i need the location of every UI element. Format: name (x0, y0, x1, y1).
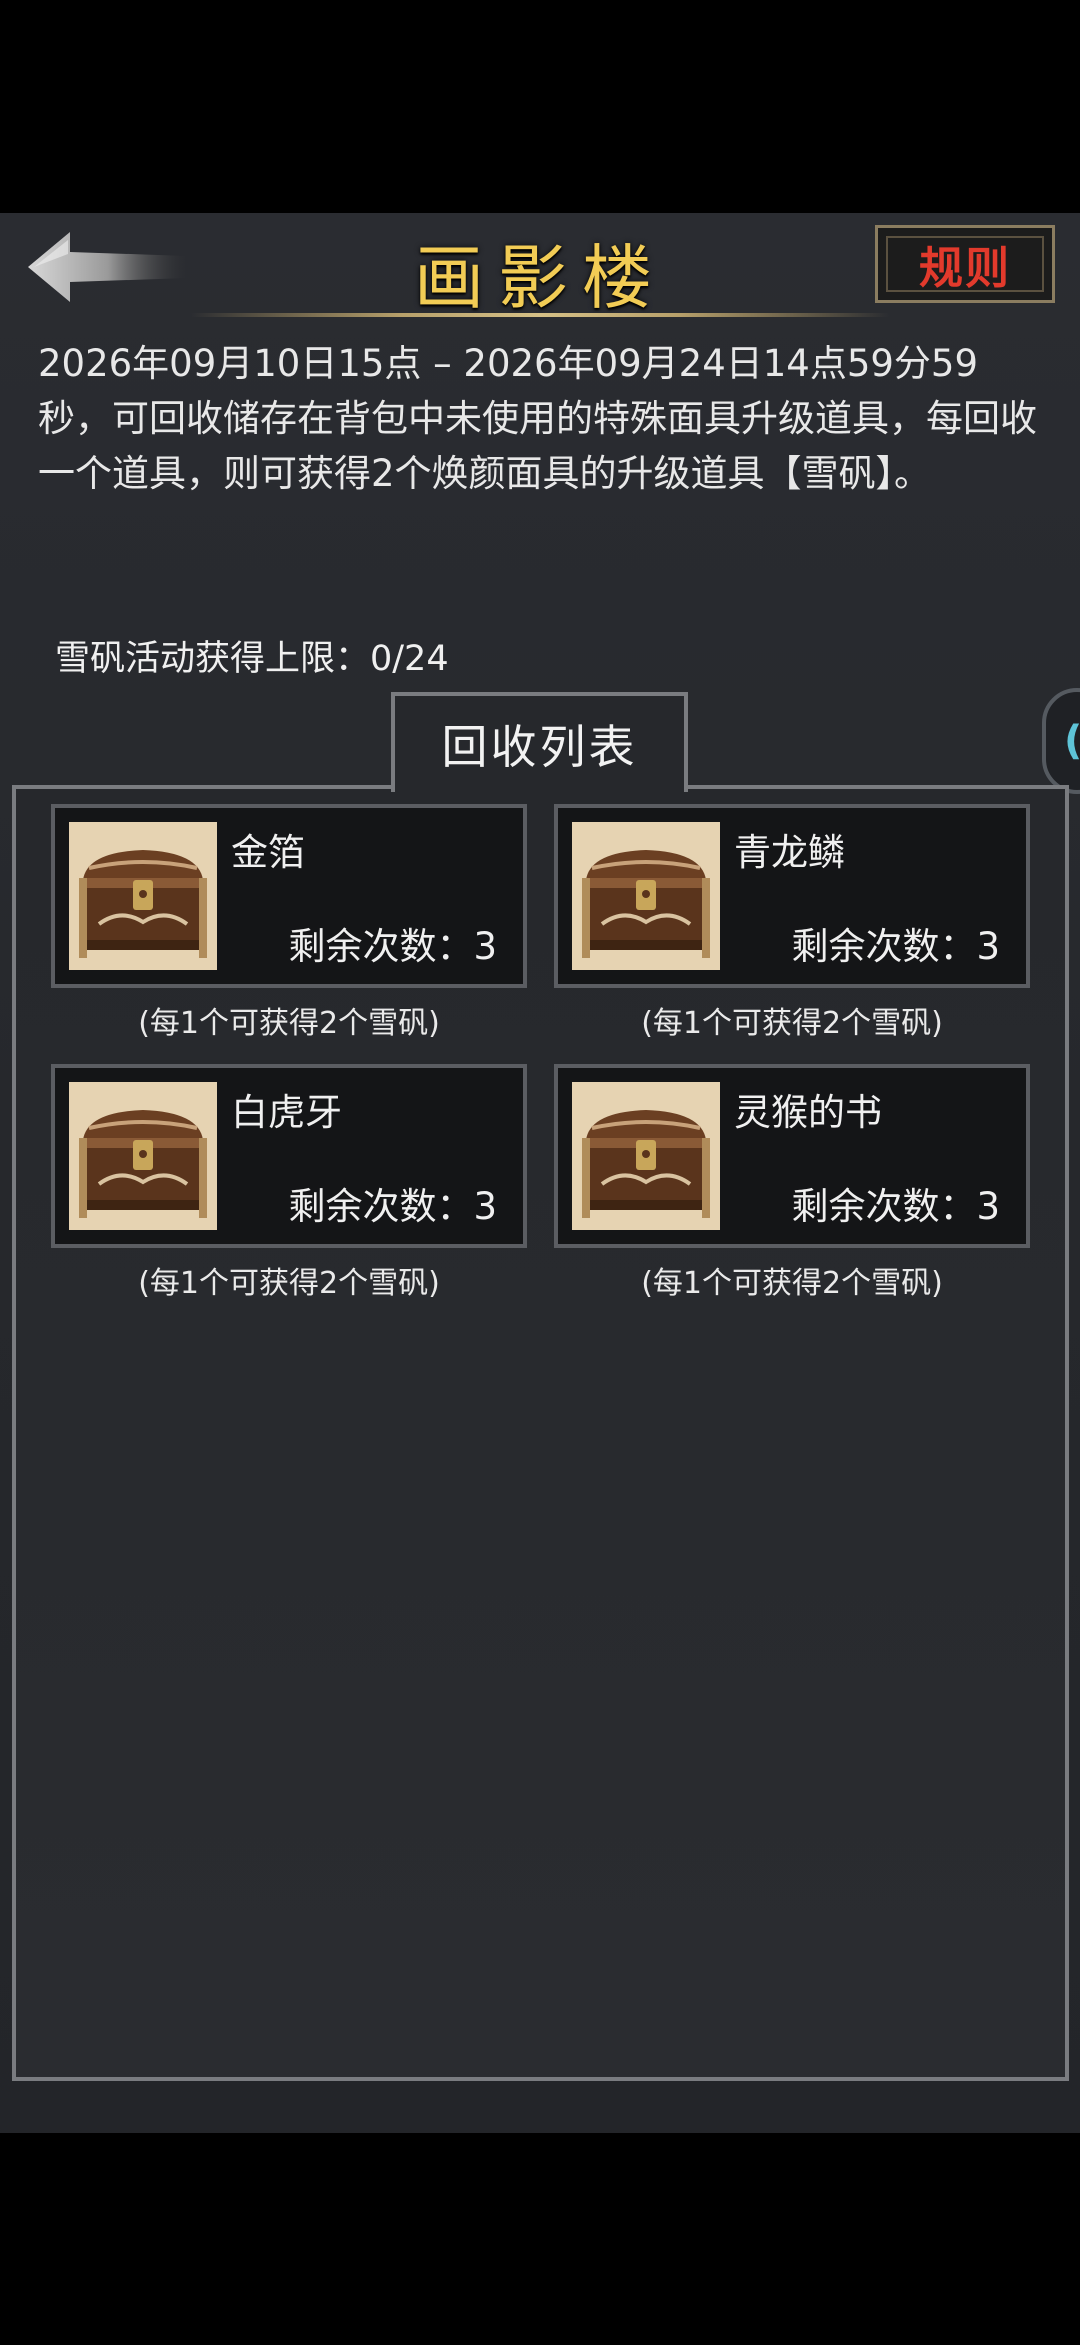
item-name: 白虎牙 (231, 1091, 342, 1134)
treasure-chest-icon (69, 822, 217, 970)
item-name: 金箔 (231, 831, 305, 874)
event-description: 2026年09月10日15点 – 2026年09月24日14点59分59秒，可回… (38, 342, 1037, 495)
item-remaining-count: 剩余次数：3 (791, 925, 1000, 968)
item-remaining-count: 剩余次数：3 (288, 925, 497, 968)
recycle-item-card[interactable]: 灵猴的书 剩余次数：3 (554, 1064, 1030, 1248)
item-name: 灵猴的书 (734, 1091, 882, 1134)
side-tab-glyph: ( (1064, 718, 1080, 764)
item-reward-hint: (每1个可获得2个雪矾) (641, 1006, 943, 1041)
item-remaining-count: 剩余次数：3 (791, 1185, 1000, 1228)
recycle-item-card[interactable]: 青龙鳞 剩余次数：3 (554, 804, 1030, 988)
treasure-chest-icon (69, 1082, 217, 1230)
side-tab-button[interactable]: ( (1042, 688, 1080, 794)
recycle-item-card[interactable]: 白虎牙 剩余次数：3 (51, 1064, 527, 1248)
item-remaining-count: 剩余次数：3 (288, 1185, 497, 1228)
item-reward-hint: (每1个可获得2个雪矾) (641, 1266, 943, 1301)
rules-button[interactable]: 规则 (875, 225, 1055, 303)
item-name: 青龙鳞 (734, 831, 845, 874)
treasure-chest-icon (572, 822, 720, 970)
tab-recycle-list-label: 回收列表 (441, 720, 638, 774)
tab-recycle-list[interactable]: 回收列表 (391, 692, 688, 792)
obtain-limit-label: 雪矾活动获得上限：0/24 (55, 639, 449, 679)
recycle-item-card[interactable]: 金箔 剩余次数：3 (51, 804, 527, 988)
treasure-chest-icon (572, 1082, 720, 1230)
item-reward-hint: (每1个可获得2个雪矾) (138, 1266, 440, 1301)
rules-button-label: 规则 (919, 243, 1011, 294)
item-reward-hint: (每1个可获得2个雪矾) (138, 1006, 440, 1041)
title-divider (190, 313, 890, 317)
